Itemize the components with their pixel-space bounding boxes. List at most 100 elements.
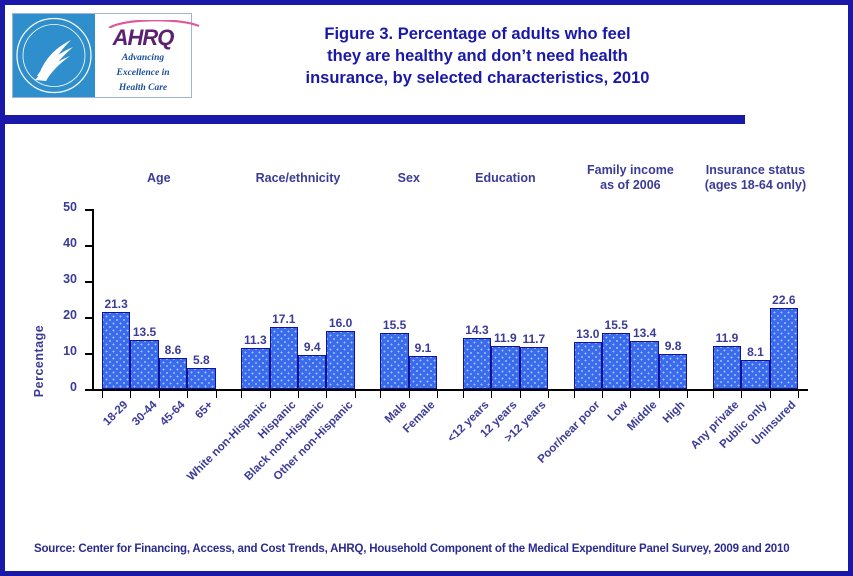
ahrq-wordmark-block: AHRQ Advancing Excellence in Health Care [95,14,200,97]
x-axis-tick [102,391,103,398]
bar[interactable] [491,346,520,389]
bar[interactable] [712,346,742,389]
x-axis-tick [770,391,771,398]
bar-value-label: 16.0 [328,316,353,331]
group-header-line1: Age [146,171,171,185]
y-axis-tick: 30 [63,272,92,286]
page-title: Figure 3. Percentage of adults who feel … [205,23,750,89]
bar-value-label: 17.1 [272,312,296,327]
x-axis-tick [574,391,575,398]
bar-value-label: 9.1 [414,341,432,356]
ahrq-tagline-line2: Excellence in [116,68,170,78]
x-axis-tick [741,391,742,398]
bar[interactable] [602,333,631,389]
x-axis-tick [602,391,603,398]
x-axis-tick [463,391,464,398]
bar[interactable] [658,353,688,389]
x-axis-category-label: 18-29 [101,399,131,429]
y-axis-tick: 50 [63,200,92,214]
group-header-line1: Family income [586,163,674,177]
bar-value-label: 14.3 [465,322,489,337]
bar[interactable] [187,368,216,389]
hhs-seal-icon [13,14,95,97]
figure-window: AHRQ Advancing Excellence in Health Care… [0,0,853,576]
group-header: Age [89,171,229,186]
bar-value-label: 15.5 [604,318,628,333]
bar[interactable] [741,359,770,389]
x-axis-category-label: Low [605,399,631,424]
y-axis-tick-label: 0 [70,380,77,394]
bar[interactable] [241,348,270,389]
bar-value-label: 21.3 [104,297,128,312]
bar[interactable] [630,340,659,389]
bar-value-label: 11.3 [244,333,267,348]
group-header-line2: (ages 18-64 only) [704,178,807,192]
x-axis-tick [298,391,299,398]
bar-value-label: 9.4 [303,340,321,355]
x-axis-tick [270,391,271,398]
x-axis-category-label: Middle [624,399,660,434]
x-axis-tick [437,391,438,398]
bar-chart: Percentage 0 10 20 30 40 50 21.3 13.5 8.6 5.8 11.… [5,124,848,576]
bar-value-label: 9.8 [664,338,682,353]
bar[interactable] [462,337,492,389]
y-axis-tick: 40 [63,236,92,250]
x-axis-tick [491,391,492,398]
x-axis-tick [548,391,549,398]
bar[interactable] [297,355,327,389]
ahrq-logo: AHRQ Advancing Excellence in Health Care [12,13,200,98]
bar-value-label: 15.5 [382,318,407,333]
x-axis-tick [409,391,410,398]
x-axis-tick [216,391,217,398]
group-header-line1: Education [475,171,536,185]
x-axis-category-label: High [660,399,688,426]
y-axis-line [92,209,94,391]
x-axis-tick [187,391,188,398]
header-divider [5,115,745,124]
group-header: Insurance status (ages 18-64 only) [685,163,825,193]
x-axis-tick [713,391,714,398]
group-header: Education [435,171,575,186]
page-title-line3: insurance, by selected characteristics, … [305,69,650,87]
bar[interactable] [269,327,298,389]
x-axis-tick [380,391,381,398]
bar-value-label: 13.5 [132,325,157,340]
ahrq-tagline-line3: Health Care [118,83,168,93]
y-axis-tick: 20 [63,308,92,322]
x-axis-tick [630,391,631,398]
bar[interactable] [519,346,549,389]
group-header: Family income as of 2006 [560,163,700,193]
y-axis-tick: 0 [70,380,92,394]
bar-value-label: 11.7 [522,331,546,346]
x-axis-tick [326,391,327,398]
x-axis-tick [687,391,688,398]
bar[interactable] [408,356,438,389]
page-title-line2: they are healthy and don’t need health [327,47,628,65]
y-axis-tick-label: 10 [63,344,77,358]
x-axis-tick [798,391,799,398]
bar-value-label: 13.4 [632,325,657,340]
y-axis-tick-label: 20 [63,308,77,322]
y-axis-tick-label: 40 [63,236,77,250]
x-axis-tick [659,391,660,398]
bar-value-label: 8.6 [164,343,182,358]
bar-value-label: 11.9 [494,331,517,346]
bar[interactable] [158,358,188,389]
figure-header: AHRQ Advancing Excellence in Health Care… [5,5,848,124]
group-header-line1: Insurance status [705,163,806,177]
y-axis-label: Percentage [32,324,46,398]
bar[interactable] [101,312,131,389]
x-axis-category-label: 65+ [193,399,216,422]
source-note: Source: Center for Financing, Access, an… [34,543,790,555]
bar[interactable] [380,333,409,389]
y-axis-tick: 10 [63,344,92,358]
y-axis-tick-label: 30 [63,272,77,286]
x-axis-line [92,389,808,391]
page-title-line1: Figure 3. Percentage of adults who feel [324,25,631,43]
bar-value-label: 8.1 [747,344,764,359]
bar[interactable] [326,331,355,389]
bar[interactable] [769,307,799,389]
bar[interactable] [130,340,159,389]
bar[interactable] [573,342,602,389]
x-axis-tick [520,391,521,398]
